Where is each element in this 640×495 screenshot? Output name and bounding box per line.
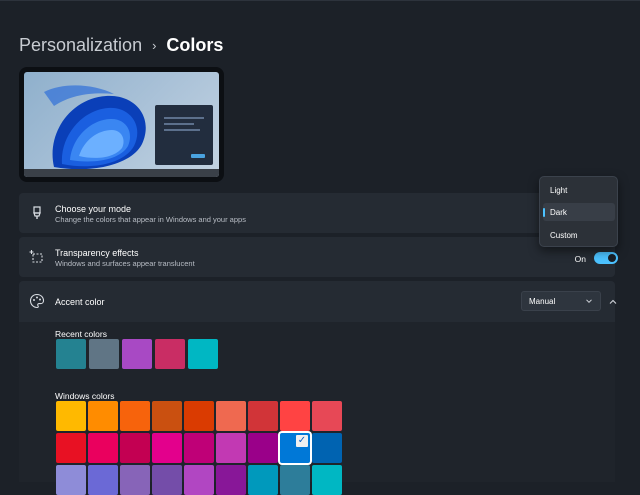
color-swatch[interactable] (120, 401, 150, 431)
transparency-toggle[interactable] (594, 252, 618, 264)
dropdown-value: Manual (529, 297, 556, 306)
color-swatch[interactable] (56, 401, 86, 431)
color-swatch[interactable] (88, 465, 118, 495)
transparency-card: Transparency effects Windows and surface… (19, 237, 618, 277)
transparency-subtitle: Windows and surfaces appear translucent (55, 259, 195, 268)
windows-colors-label: Windows colors (55, 391, 115, 401)
color-swatch[interactable] (188, 339, 218, 369)
transparency-icon (29, 250, 43, 263)
breadcrumb-separator: › (152, 38, 157, 53)
color-swatch[interactable] (280, 401, 310, 431)
color-swatch[interactable] (122, 339, 152, 369)
preview-line (164, 129, 200, 131)
mode-subtitle: Change the colors that appear in Windows… (55, 215, 246, 224)
preview-window (155, 105, 213, 165)
chevron-up-icon[interactable] (607, 296, 619, 308)
chevron-down-icon (586, 299, 592, 304)
color-swatch[interactable] (89, 339, 119, 369)
color-swatch[interactable] (248, 433, 278, 463)
toggle-knob (608, 254, 616, 262)
color-swatch[interactable] (88, 401, 118, 431)
color-swatch[interactable] (56, 433, 86, 463)
color-swatch[interactable] (56, 339, 86, 369)
color-swatch[interactable] (120, 433, 150, 463)
mode-dropdown-menu: Light Dark Custom (539, 176, 618, 247)
color-swatch[interactable] (184, 401, 214, 431)
mode-option-light[interactable]: Light (543, 181, 615, 199)
color-swatch[interactable] (216, 401, 246, 431)
accent-title: Accent color (55, 297, 105, 307)
color-swatch[interactable] (312, 401, 342, 431)
mode-option-label: Light (550, 186, 568, 195)
color-swatch[interactable] (155, 339, 185, 369)
breadcrumb: Personalization › Colors (19, 35, 223, 56)
color-swatch[interactable]: ✓ (280, 433, 310, 463)
color-swatch[interactable] (152, 401, 182, 431)
color-swatch[interactable] (312, 433, 342, 463)
mode-option-label: Dark (550, 208, 567, 217)
page-title: Colors (166, 35, 224, 55)
color-swatch[interactable] (184, 433, 214, 463)
color-swatch[interactable] (152, 465, 182, 495)
color-swatch[interactable] (56, 465, 86, 495)
mode-option-custom[interactable]: Custom (543, 226, 615, 244)
preview-button (191, 154, 205, 158)
mode-title: Choose your mode (55, 204, 132, 214)
checkmark-icon: ✓ (296, 435, 308, 447)
recent-colors-label: Recent colors (55, 329, 107, 339)
brush-icon (33, 206, 41, 219)
mode-option-label: Custom (550, 231, 578, 240)
color-swatch[interactable] (248, 401, 278, 431)
preview-line (164, 117, 204, 119)
color-swatch[interactable] (216, 465, 246, 495)
theme-preview (19, 67, 224, 182)
transparency-toggle-label: On (574, 254, 586, 264)
color-swatch[interactable] (88, 433, 118, 463)
color-swatch[interactable] (312, 465, 342, 495)
color-swatch[interactable] (216, 433, 246, 463)
mode-card[interactable]: Choose your mode Change the colors that … (19, 193, 615, 233)
preview-line (164, 123, 194, 125)
preview-wallpaper (24, 72, 219, 177)
transparency-title: Transparency effects (55, 248, 139, 258)
window-top-border (0, 0, 640, 1)
color-swatch[interactable] (184, 465, 214, 495)
breadcrumb-parent[interactable]: Personalization (19, 35, 142, 56)
selection-indicator (543, 208, 545, 217)
color-swatch[interactable] (120, 465, 150, 495)
accent-mode-dropdown[interactable]: Manual (521, 291, 601, 311)
palette-icon (29, 293, 45, 309)
color-swatch[interactable] (152, 433, 182, 463)
preview-taskbar (24, 169, 219, 177)
color-swatch[interactable] (248, 465, 278, 495)
color-swatch[interactable] (280, 465, 310, 495)
mode-option-dark[interactable]: Dark (543, 203, 615, 221)
